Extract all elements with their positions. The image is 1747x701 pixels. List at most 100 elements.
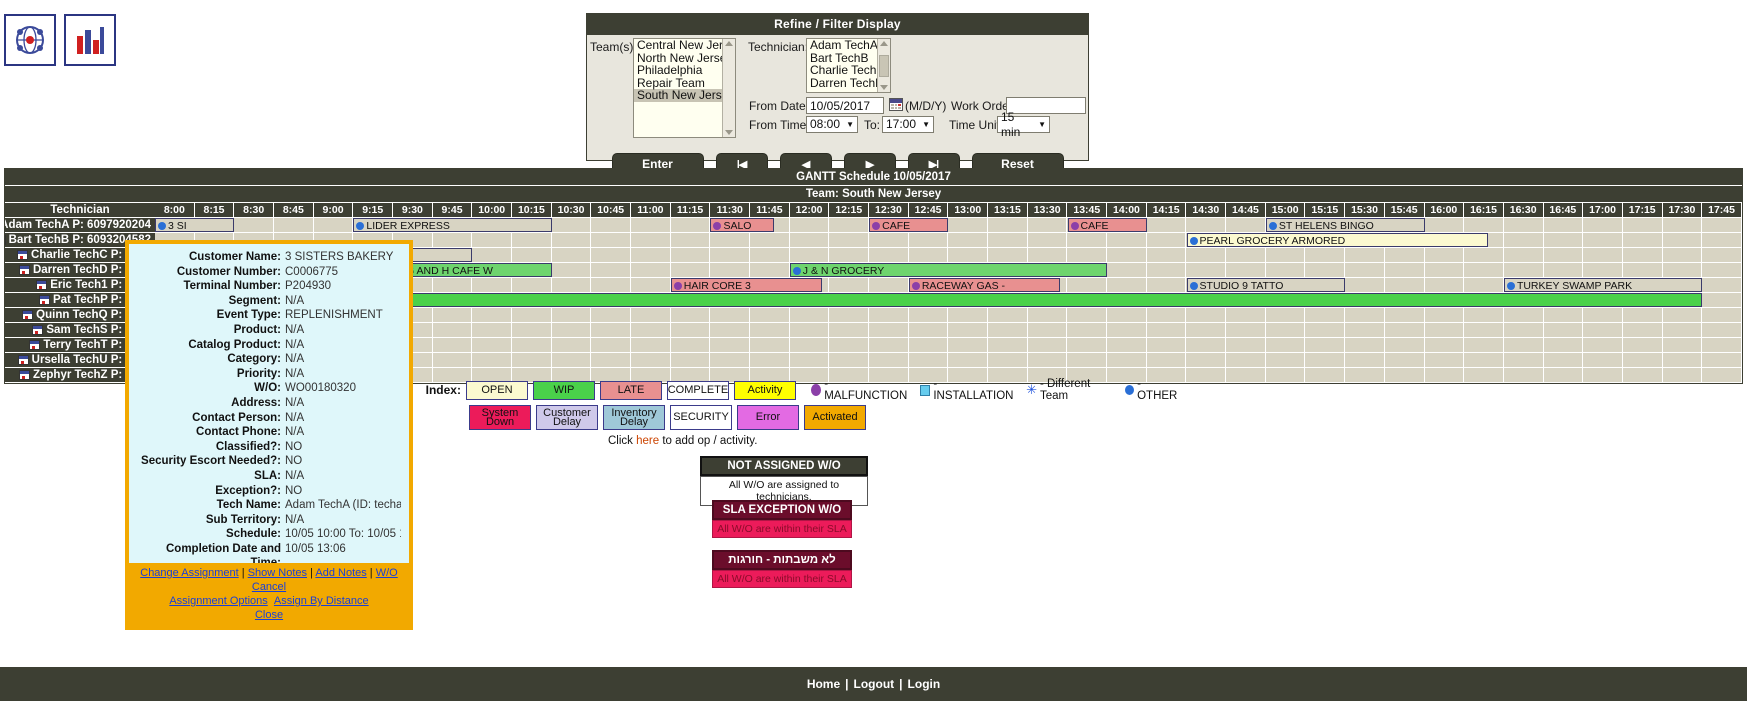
- timeline-tick: 8:15: [194, 203, 235, 217]
- legend-chip-label: OPEN: [481, 383, 513, 396]
- popup-detail-value: N/A: [285, 367, 305, 380]
- team-option[interactable]: Central New Jersey: [634, 39, 735, 52]
- legend-chip: SECURITY: [670, 405, 732, 430]
- gantt-bar[interactable]: J & N GROCERY: [789, 263, 1108, 277]
- gantt-bar[interactable]: STUDIO 9 TATTO: [1186, 278, 1346, 292]
- footer-sep: |: [845, 677, 849, 691]
- network-globe-icon[interactable]: [4, 14, 56, 66]
- gantt-bar[interactable]: CAFE: [1067, 218, 1147, 232]
- calendar-icon[interactable]: [36, 280, 48, 290]
- legend-chip-label: Error: [755, 411, 781, 423]
- popup-detail-row: Product: N/A: [133, 323, 401, 338]
- purple-circle-icon: [810, 384, 822, 396]
- gantt-bar-label: 3 SI: [168, 220, 187, 232]
- purple-circle-icon: [1070, 222, 1079, 230]
- time-unit-select[interactable]: 15 min ▼: [997, 110, 1050, 139]
- legend-chip-label: System Down: [481, 406, 519, 428]
- home-link[interactable]: Home: [807, 677, 840, 691]
- popup-detail-row: Exception?: NO: [133, 484, 401, 499]
- legend-chip-label: Inventory Delay: [611, 406, 657, 428]
- blue-square-icon: [920, 384, 931, 396]
- legend-chip-label: Activity: [747, 383, 783, 396]
- popup-detail-value: N/A: [285, 294, 305, 307]
- technician-scrollbar[interactable]: [877, 39, 890, 92]
- purple-circle-icon: [911, 282, 920, 290]
- timeline-tick: 12:15: [829, 203, 870, 217]
- gantt-bar[interactable]: HAIR CORE 3: [670, 278, 822, 292]
- timeline-tick: 13:00: [948, 203, 989, 217]
- calendar-icon[interactable]: [18, 265, 30, 275]
- scroll-up-icon[interactable]: [880, 41, 888, 46]
- from-time-select[interactable]: 08:00 ▼: [806, 116, 858, 133]
- teams-label: Team(s):: [590, 40, 637, 54]
- calendar-icon[interactable]: [38, 295, 50, 305]
- legend-symbol: ✳ - Different Team: [1026, 378, 1113, 402]
- gantt-bar[interactable]: G AND H CAFE W: [393, 263, 552, 277]
- timeline-tick: 14:00: [1107, 203, 1147, 217]
- show-notes-link[interactable]: Show Notes: [248, 567, 307, 579]
- popup-detail-value: N/A: [285, 513, 305, 526]
- timeline-tick: 15:45: [1384, 203, 1425, 217]
- assignment-options-link[interactable]: Assignment Options: [169, 595, 267, 607]
- team-option-selected[interactable]: South New Jersey: [634, 89, 735, 102]
- teams-listbox[interactable]: Central New Jersey North New Jersey Phil…: [633, 38, 736, 138]
- timeline-tick: 15:15: [1305, 203, 1346, 217]
- assign-by-distance-link[interactable]: Assign By Distance: [274, 595, 369, 607]
- gantt-bar[interactable]: RACEWAY GAS -: [908, 278, 1060, 292]
- gantt-row: 3 SI LIDER EXPRESS SALO CAFE CAFE ST HELENS B…: [155, 218, 1742, 233]
- calendar-icon[interactable]: [17, 250, 29, 260]
- gantt-bar[interactable]: TURKEY SWAMP PARK: [1503, 278, 1703, 292]
- calendar-icon[interactable]: [18, 370, 30, 380]
- popup-detail-row: SLA: N/A: [133, 469, 401, 484]
- calendar-icon[interactable]: [5, 235, 6, 245]
- blue-circle-icon: [1189, 237, 1198, 245]
- gantt-bar[interactable]: 3 SI: [155, 218, 235, 232]
- footer-nav: Home | Logout | Login: [0, 667, 1747, 701]
- close-link[interactable]: Close: [255, 609, 283, 621]
- legend-symbol-label: - INSTALLATION: [933, 378, 1014, 402]
- login-link[interactable]: Login: [908, 677, 941, 691]
- gantt-bar-label: ST HELENS BINGO: [1278, 220, 1374, 232]
- scroll-down-icon[interactable]: [880, 85, 888, 90]
- teams-scrollbar[interactable]: [722, 39, 735, 137]
- calendar-icon[interactable]: [889, 98, 903, 111]
- scroll-up-icon[interactable]: [725, 41, 733, 46]
- blue-circle-icon: [1506, 282, 1515, 290]
- from-time-label: From Time:: [749, 118, 810, 132]
- legend-chip: COMPLETE: [666, 380, 729, 400]
- popup-detail-value: N/A: [285, 426, 305, 439]
- logout-link[interactable]: Logout: [854, 677, 895, 691]
- add-notes-link[interactable]: Add Notes: [315, 567, 366, 579]
- to-time-select[interactable]: 17:00 ▼: [882, 116, 934, 133]
- change-assignment-link[interactable]: Change Assignment: [140, 567, 238, 579]
- legend-row-1: Index: OPEN WIP LATE COMPLETE Activity - MAL…: [420, 378, 1180, 402]
- gantt-bar[interactable]: CAFE: [869, 218, 949, 232]
- scroll-down-icon[interactable]: [725, 130, 733, 135]
- sla-hebrew-title: לא משבתות - חורגות: [712, 550, 852, 570]
- scrollbar-thumb[interactable]: [879, 54, 889, 77]
- technician-name: Adam TechA P: 6097920204: [5, 218, 151, 231]
- calendar-icon[interactable]: [29, 340, 41, 350]
- team-option[interactable]: Philadelphia: [634, 64, 735, 77]
- gantt-bar-label: TURKEY SWAMP PARK: [1516, 280, 1633, 292]
- legend-symbol: - OTHER: [1125, 378, 1180, 402]
- gantt-bar[interactable]: ST HELENS BINGO: [1265, 218, 1425, 232]
- work-order-detail-popup: Customer Name: 3 SISTERS BAKERY Customer N…: [125, 240, 413, 630]
- sla-exception-wo-body: All W/O are within their SLA: [712, 520, 852, 538]
- popup-detail-key: SLA:: [254, 469, 281, 482]
- bar-chart-icon[interactable]: [64, 14, 116, 66]
- timeline-tick: 15:30: [1345, 203, 1385, 217]
- calendar-icon[interactable]: [22, 310, 34, 320]
- calendar-icon[interactable]: [32, 325, 44, 335]
- gantt-bar[interactable]: LIDER EXPRESS: [353, 218, 552, 232]
- legend-chip-label: Customer Delay: [543, 406, 591, 428]
- technician-row-label[interactable]: Adam TechA P: 6097920204: [5, 218, 155, 233]
- calendar-icon[interactable]: [17, 355, 29, 365]
- timeline-tick: 12:45: [908, 203, 949, 217]
- gantt-bar[interactable]: PEARL GROCERY ARMORED: [1186, 233, 1489, 247]
- gantt-bar[interactable]: SALO: [710, 218, 774, 232]
- gantt-bar[interactable]: CRUST CRUMB BAKERY: [274, 293, 1703, 307]
- technician-listbox[interactable]: Adam TechA Bart TechB Charlie TechC Darr…: [806, 38, 891, 93]
- here-link[interactable]: here: [636, 435, 659, 447]
- from-date-input[interactable]: 10/05/2017: [806, 97, 884, 114]
